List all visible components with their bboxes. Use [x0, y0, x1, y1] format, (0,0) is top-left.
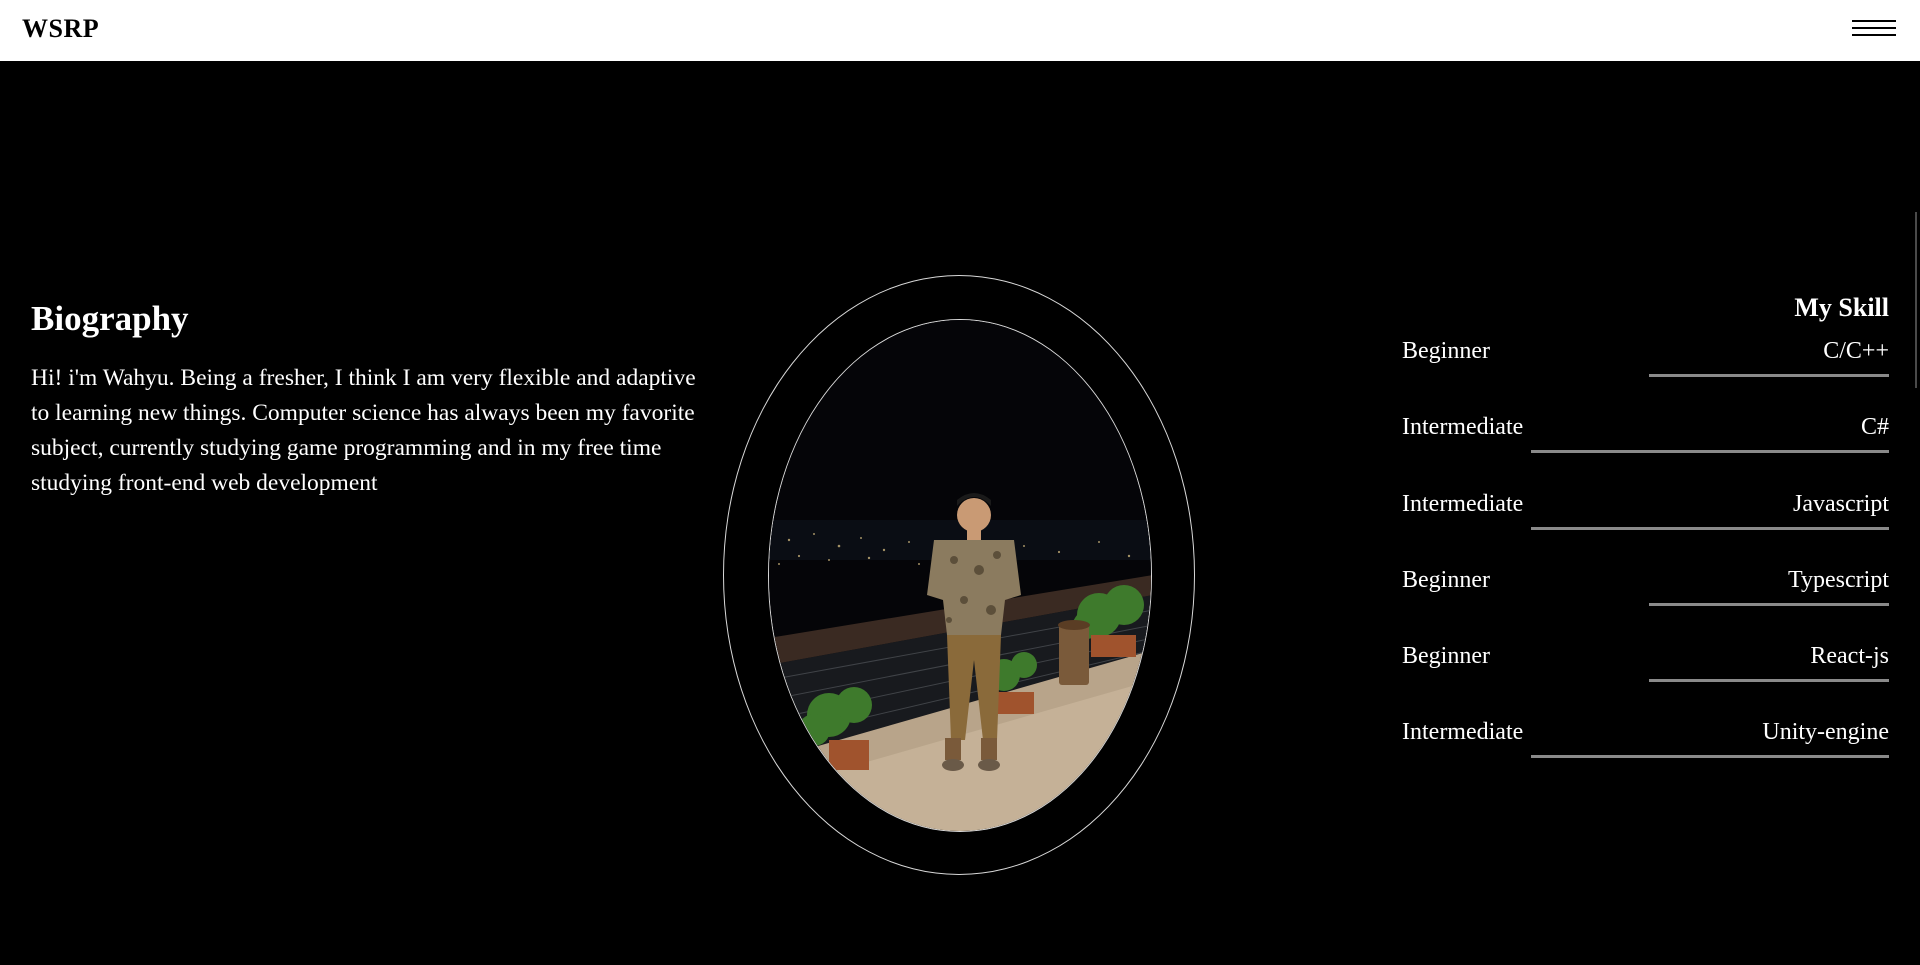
- biography-title: Biography: [31, 299, 189, 338]
- about-section: Biography Hi! i'm Wahyu. Being a fresher…: [0, 61, 1920, 965]
- biography-section: Biography Hi! i'm Wahyu. Being a fresher…: [31, 299, 711, 501]
- skills-title: My Skill: [1794, 293, 1889, 322]
- skill-name: Unity-engine: [1762, 719, 1889, 746]
- skill-progress-bar: [1531, 450, 1889, 454]
- skill-level: Intermediate: [1402, 490, 1524, 517]
- portrait-illustration: [769, 320, 1151, 831]
- skill-name: C/C++: [1823, 338, 1889, 364]
- biography-text: Hi! i'm Wahyu. Being a fresher, I think …: [31, 365, 696, 496]
- skill-row: Intermediate Unity-engine: [1402, 714, 1889, 790]
- portrait-photo: [768, 319, 1152, 832]
- skill-row: Intermediate C#: [1402, 409, 1889, 485]
- site-logo[interactable]: WSRP: [22, 14, 99, 44]
- skill-row: Intermediate Javascript: [1402, 486, 1889, 562]
- hamburger-menu-icon[interactable]: [1852, 19, 1896, 41]
- skill-row: Beginner Typescript: [1402, 562, 1889, 638]
- skill-progress-bar: [1531, 755, 1889, 759]
- menu-line: [1852, 20, 1896, 22]
- skill-level: Beginner: [1402, 338, 1490, 364]
- skills-section: My Skill Beginner C/C++ Intermediate C# Inte…: [1402, 293, 1889, 791]
- skills-list: Beginner C/C++ Intermediate C# Intermediate J…: [1402, 333, 1889, 791]
- skill-row: Beginner C/C++: [1402, 333, 1889, 409]
- skill-name: Typescript: [1788, 566, 1889, 593]
- skill-progress-bar: [1649, 602, 1889, 606]
- skill-level: Intermediate: [1402, 719, 1524, 746]
- skill-name: Javascript: [1793, 490, 1889, 517]
- skill-level: Beginner: [1402, 643, 1490, 670]
- menu-line: [1852, 27, 1896, 29]
- skill-row: Beginner React-js: [1402, 638, 1889, 714]
- skill-progress-bar: [1649, 679, 1889, 683]
- skill-name: React-js: [1810, 643, 1889, 670]
- skill-level: Intermediate: [1402, 414, 1524, 441]
- scrollbar[interactable]: [1915, 212, 1917, 388]
- skill-level: Beginner: [1402, 566, 1490, 593]
- skill-name: C#: [1860, 414, 1889, 441]
- menu-line: [1852, 34, 1896, 36]
- skill-progress-bar: [1531, 526, 1889, 530]
- skill-progress-bar: [1649, 374, 1889, 377]
- top-navbar: WSRP: [0, 0, 1920, 61]
